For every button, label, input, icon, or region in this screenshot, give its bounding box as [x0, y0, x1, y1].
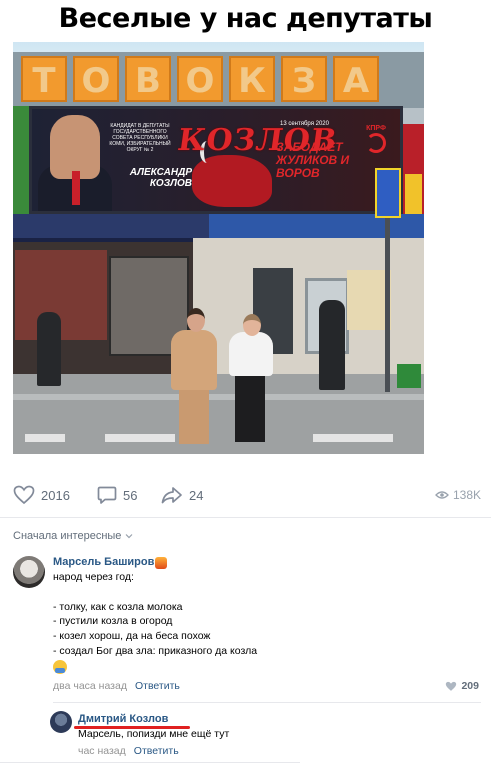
share-icon: [161, 487, 182, 504]
reply-button[interactable]: Ответить: [135, 680, 180, 692]
divider: [0, 762, 300, 763]
sickle-icon: [366, 133, 386, 153]
goat-illustration: [192, 141, 272, 207]
views-counter: 138K: [435, 482, 481, 508]
like-button[interactable]: 2016: [13, 482, 70, 508]
comment-text-line: - толку, как с козла молока: [53, 601, 183, 613]
billboard-candidate-name: АЛЕКСАНДР КОЗЛОВ: [129, 167, 192, 189]
post-photo[interactable]: Т О В О К З А Кандидат в депутаты Госуда…: [13, 42, 424, 454]
candidate-tie: [72, 171, 80, 205]
comment-text-line: - пустили козла в огород: [53, 615, 173, 627]
comment-author[interactable]: Марсель Баширов: [53, 556, 154, 568]
comment-meta: два часа назад Ответить: [53, 680, 180, 692]
sunset-emoji-icon: [155, 557, 167, 569]
woman-in-beige: [171, 330, 217, 390]
candidate-face: [50, 115, 100, 179]
avatar[interactable]: [50, 711, 72, 733]
billboard-slogan: ЗАБОДАЕТ ЖУЛИКОВ И ВОРОВ: [276, 140, 350, 180]
share-button[interactable]: 24: [161, 482, 203, 508]
sign-pole: [385, 192, 390, 392]
face-with-tears-emoji-icon: [53, 660, 67, 674]
billboard-date: 13 сентября 2020: [280, 121, 329, 127]
comment-author[interactable]: Дмитрий Козлов: [78, 713, 168, 725]
comment-icon: [97, 486, 117, 504]
comment-text-line: - козел хорош, да на беса похож: [53, 630, 211, 642]
comment-text-line: народ через год:: [53, 571, 134, 583]
heart-icon: [446, 681, 457, 691]
divider: [53, 702, 481, 703]
sign-letter: В: [125, 56, 171, 102]
comment-time[interactable]: два часа назад: [53, 680, 127, 692]
comment-like-button[interactable]: 209: [445, 680, 479, 692]
crosswalk-stripe: [105, 434, 175, 442]
person-standing: [37, 312, 61, 386]
campaign-billboard: Кандидат в депутаты Государственного Сов…: [29, 106, 403, 214]
person-walking: [319, 300, 345, 390]
sign-letter: А: [333, 56, 379, 102]
comment-time[interactable]: час назад: [78, 745, 126, 757]
reply-button[interactable]: Ответить: [134, 745, 179, 757]
bakery-poster: [15, 250, 107, 340]
curb: [13, 394, 424, 400]
chevron-down-icon: [125, 534, 133, 539]
station-sign: Т О В О К З А: [21, 56, 424, 106]
trash-bin: [397, 364, 421, 388]
comments-sort-dropdown[interactable]: Сначала интересные: [13, 530, 133, 542]
woman-head: [187, 308, 205, 332]
comment-button[interactable]: 56: [97, 482, 137, 508]
sign-letter: З: [281, 56, 327, 102]
sort-label: Сначала интересные: [13, 530, 122, 542]
crosswalk-sign: [375, 168, 401, 218]
like-count: 2016: [41, 487, 70, 503]
sign-letter: О: [73, 56, 119, 102]
billboard-small-text: Кандидат в депутаты Государственного Сов…: [109, 123, 171, 153]
eye-icon: [435, 491, 449, 499]
comment-text-line: Марсель, попизди мне ещё тут: [78, 728, 230, 740]
sign-letter: О: [177, 56, 223, 102]
comment-count: 56: [123, 487, 138, 503]
crosswalk-stripe: [25, 434, 65, 442]
sign-letter: К: [229, 56, 275, 102]
woman-trousers: [235, 374, 265, 442]
avatar[interactable]: [13, 556, 45, 588]
share-count: 24: [189, 487, 204, 503]
comment-text-line: - создал Бог два зла: приказного да козл…: [53, 645, 258, 657]
woman-in-white: [229, 332, 273, 376]
woman-trousers: [179, 388, 209, 444]
views-count: 138K: [452, 488, 481, 502]
post-actions: 2016 56 24 138K: [13, 482, 481, 508]
headline: Веселые у нас депутаты: [58, 3, 433, 34]
comment-like-count: 209: [461, 680, 479, 692]
comment-meta: час назад Ответить: [78, 745, 179, 757]
crosswalk-stripe: [313, 434, 393, 442]
heart-icon: [13, 485, 35, 505]
divider: [0, 517, 491, 518]
sign-letter: Т: [21, 56, 67, 102]
billboard-party: КПРФ: [366, 125, 386, 132]
pavement: [13, 374, 424, 454]
side-advert-left: [13, 106, 29, 214]
woman-head: [243, 314, 261, 336]
